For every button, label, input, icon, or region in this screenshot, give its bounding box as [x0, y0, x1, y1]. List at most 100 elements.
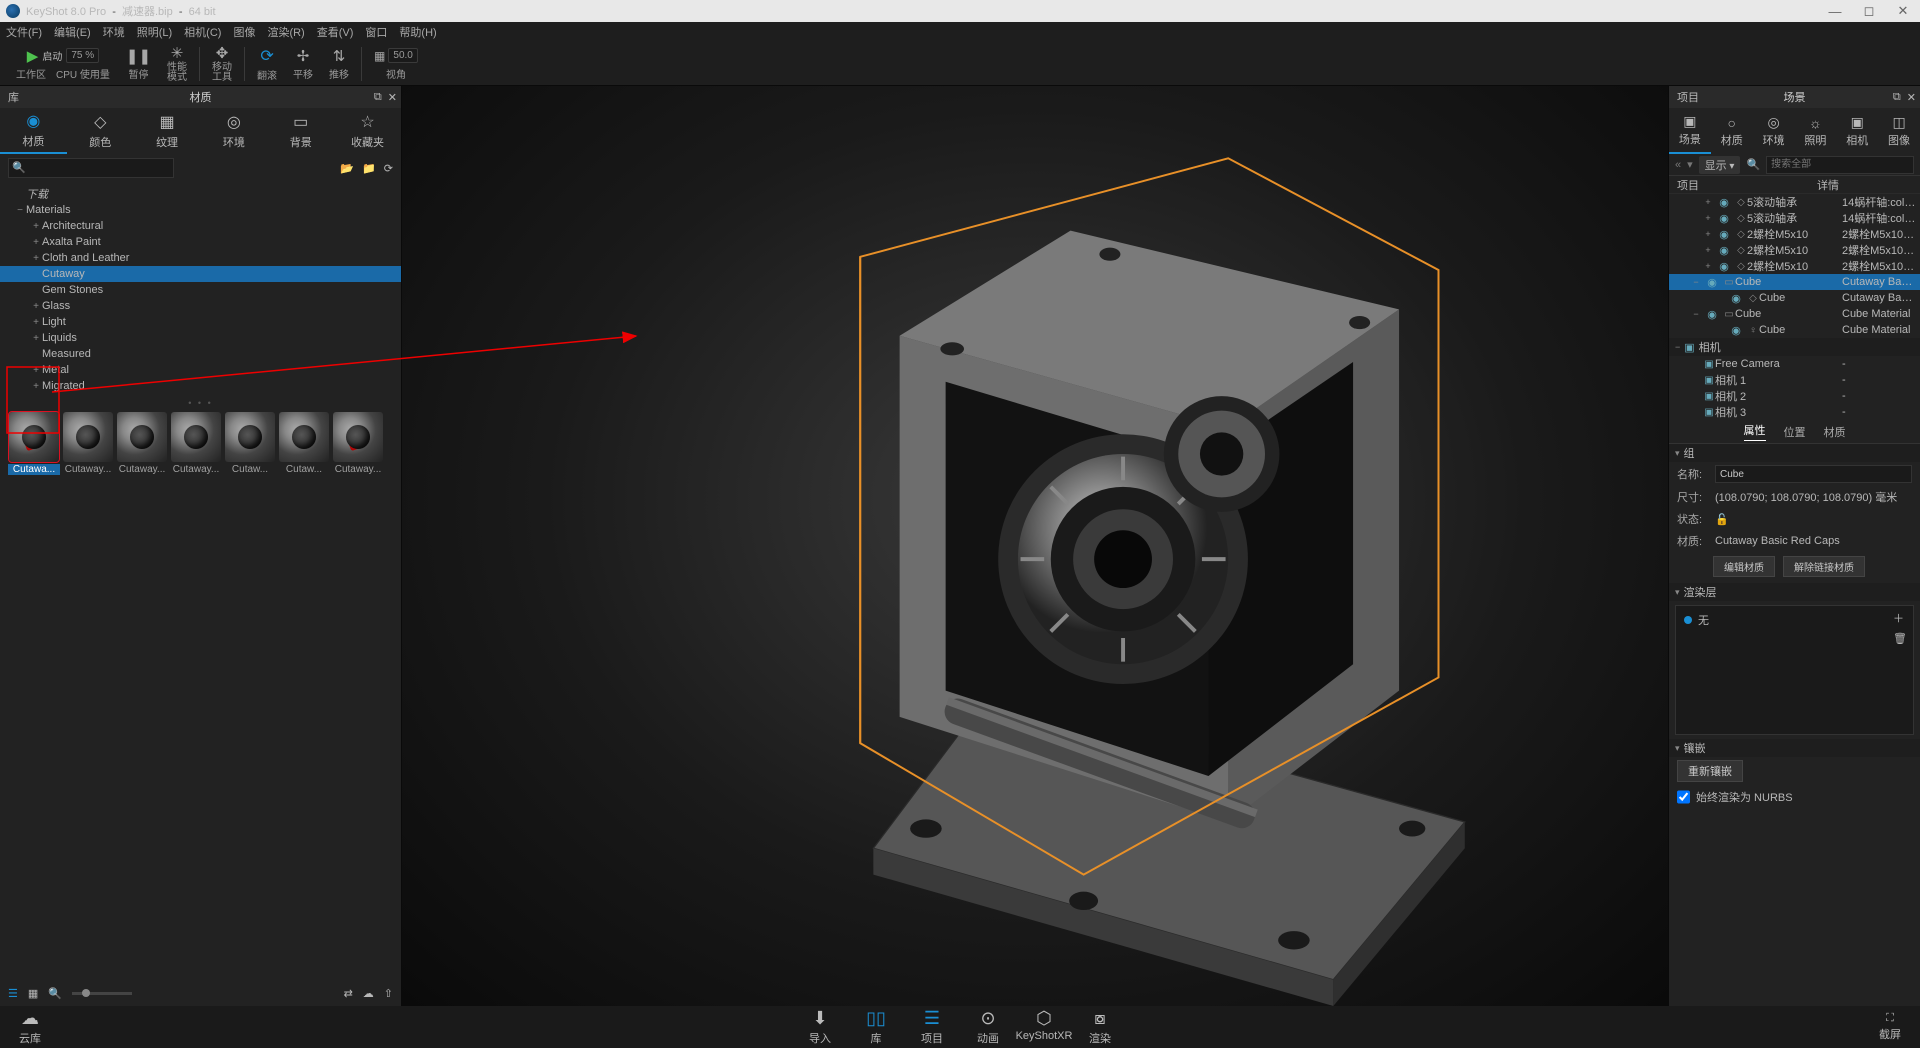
fov-button[interactable]: ▦50.0 视角	[366, 44, 426, 84]
tree-row-axalta-paint[interactable]: +Axalta Paint	[0, 234, 401, 250]
camera-row-2[interactable]: ▣相机 2-	[1669, 388, 1920, 404]
menu-window[interactable]: 窗口	[365, 24, 387, 40]
retessellate-button[interactable]: 重新镶嵌	[1677, 760, 1743, 782]
start-button[interactable]: ▶ 启动 75 % 工作区 CPU 使用量	[8, 44, 118, 84]
material-thumb-2[interactable]: Cutaway...	[116, 412, 168, 475]
render-button[interactable]: ⧇渲染	[1072, 1008, 1128, 1046]
animation-button[interactable]: ⊙动画	[960, 1008, 1016, 1046]
render-viewport[interactable]	[402, 86, 1668, 1006]
tree-row-light[interactable]: +Light	[0, 314, 401, 330]
close-button[interactable]: ✕	[1886, 0, 1920, 22]
visibility-icon[interactable]: ◉	[1701, 308, 1723, 321]
lock-icon[interactable]: 🔓	[1715, 513, 1729, 526]
popout-icon[interactable]: ⧉	[374, 91, 382, 104]
scene-tab-0[interactable]: ▣场景	[1669, 108, 1711, 154]
tab-position[interactable]: 位置	[1784, 424, 1806, 440]
visibility-icon[interactable]: ◉	[1713, 196, 1735, 209]
material-thumb-1[interactable]: Cutaway...	[62, 412, 114, 475]
scene-tab-3[interactable]: ☼照明	[1794, 108, 1836, 154]
library-tab-0[interactable]: ◉材质	[0, 108, 67, 154]
visibility-icon[interactable]: ◉	[1713, 260, 1735, 273]
performance-button[interactable]: ✳性能 模式	[159, 44, 195, 84]
compare-icon[interactable]: ⇄	[344, 987, 353, 1000]
camera-row-3[interactable]: ▣相机 3-	[1669, 404, 1920, 420]
scene-tab-1[interactable]: ○材质	[1711, 108, 1753, 154]
nurbs-checkbox[interactable]	[1677, 788, 1690, 806]
unlink-material-button[interactable]: 解除链接材质	[1783, 556, 1865, 577]
menu-environment[interactable]: 环境	[103, 24, 125, 40]
popout-icon[interactable]: ⧉	[1893, 91, 1901, 104]
screenshot-button[interactable]: ⛶截屏	[1860, 1012, 1920, 1042]
library-button[interactable]: ▯▯库	[848, 1008, 904, 1046]
minimize-button[interactable]: —	[1818, 0, 1852, 22]
collapse-icon[interactable]: «	[1675, 159, 1681, 171]
add-layer-icon[interactable]: ＋	[1893, 610, 1907, 626]
scene-row-8[interactable]: ◉♀CubeCube Material	[1669, 322, 1920, 338]
tumble-button[interactable]: ⟳翻滚	[249, 44, 285, 84]
tree-row-liquids[interactable]: +Liquids	[0, 330, 401, 346]
tree-row-architectural[interactable]: +Architectural	[0, 218, 401, 234]
material-thumb-6[interactable]: Cutaway...	[332, 412, 384, 475]
visibility-icon[interactable]: ◉	[1713, 212, 1735, 225]
render-layer-head[interactable]: ▾渲染层	[1669, 583, 1920, 601]
tree-row-cloth-and-leather[interactable]: +Cloth and Leather	[0, 250, 401, 266]
library-tab-4[interactable]: ▭背景	[267, 108, 334, 154]
scene-tab-4[interactable]: ▣相机	[1836, 108, 1878, 154]
folder-open-icon[interactable]: 📂	[340, 162, 354, 175]
library-tab-5[interactable]: ☆收藏夹	[334, 108, 401, 154]
import-button[interactable]: ⬇导入	[792, 1008, 848, 1046]
camera-row-0[interactable]: ▣Free Camera-	[1669, 356, 1920, 372]
scene-row-7[interactable]: −◉▭CubeCube Material	[1669, 306, 1920, 322]
scene-row-4[interactable]: +◉◇2螺栓M5x102螺栓M5x10:c...	[1669, 258, 1920, 274]
pan-button[interactable]: ✢平移	[285, 44, 321, 84]
folder-add-icon[interactable]: 📁	[362, 162, 376, 175]
maximize-button[interactable]: ◻	[1852, 0, 1886, 22]
filter-icon[interactable]: ▾	[1687, 158, 1693, 171]
tree-row-gem-stones[interactable]: Gem Stones	[0, 282, 401, 298]
scene-row-5[interactable]: −◉▭CubeCutaway Basic...	[1669, 274, 1920, 290]
fov-value[interactable]: 50.0	[388, 48, 417, 63]
camera-section-head[interactable]: −▣相机	[1669, 338, 1920, 356]
visibility-icon[interactable]: ◉	[1725, 292, 1747, 305]
refresh-folders-icon[interactable]: ⟳	[384, 162, 393, 175]
library-search-input[interactable]	[8, 158, 174, 178]
tree-row-glass[interactable]: +Glass	[0, 298, 401, 314]
tab-properties[interactable]: 属性	[1744, 422, 1766, 441]
upload-icon[interactable]: ⇧	[384, 987, 393, 1000]
edit-material-button[interactable]: 编辑材质	[1713, 556, 1775, 577]
delete-layer-icon[interactable]: 🗑	[1893, 632, 1907, 645]
scene-tab-5[interactable]: ◫图像	[1878, 108, 1920, 154]
menu-view[interactable]: 查看(V)	[317, 24, 354, 40]
tree-row-measured[interactable]: Measured	[0, 346, 401, 362]
scene-row-0[interactable]: +◉◇5滚动轴承14蜗杆轴:color...	[1669, 194, 1920, 210]
tree-row-metal[interactable]: +Metal	[0, 362, 401, 378]
view-grid-icon[interactable]: ▦	[28, 987, 38, 1000]
material-thumb-3[interactable]: Cutaway...	[170, 412, 222, 475]
visibility-icon[interactable]: ◉	[1701, 276, 1723, 289]
close-icon[interactable]: ✕	[1907, 91, 1916, 104]
tree-row-materials[interactable]: −Materials	[0, 202, 401, 218]
tab-material[interactable]: 材质	[1824, 424, 1846, 440]
menu-edit[interactable]: 编辑(E)	[54, 24, 91, 40]
zoom-slider-icon[interactable]: 🔍	[48, 987, 62, 1000]
dolly-button[interactable]: ⇅推移	[321, 44, 357, 84]
keyshotxr-button[interactable]: ⬡KeyShotXR	[1016, 1008, 1072, 1046]
visibility-icon[interactable]: ◉	[1713, 228, 1735, 241]
cloud-sync-icon[interactable]: ☁	[363, 987, 374, 1000]
scene-row-2[interactable]: +◉◇2螺栓M5x102螺栓M5x10:c...	[1669, 226, 1920, 242]
menu-lighting[interactable]: 照明(L)	[137, 24, 172, 40]
tree-row-cutaway[interactable]: Cutaway	[0, 266, 401, 282]
scene-search-input[interactable]	[1766, 156, 1914, 174]
tessellation-head[interactable]: ▾镶嵌	[1669, 739, 1920, 757]
scene-row-1[interactable]: +◉◇5滚动轴承14蜗杆轴:color...	[1669, 210, 1920, 226]
menu-file[interactable]: 文件(F)	[6, 24, 42, 40]
camera-row-1[interactable]: ▣相机 1-	[1669, 372, 1920, 388]
group-section-head[interactable]: ▾组	[1669, 444, 1920, 462]
splitter-handle[interactable]: • • •	[0, 398, 401, 408]
thumb-size-slider[interactable]	[72, 992, 132, 995]
visibility-icon[interactable]: ◉	[1725, 324, 1747, 337]
pause-button[interactable]: ❚❚暂停	[118, 44, 159, 84]
scene-tab-2[interactable]: ◎环境	[1753, 108, 1795, 154]
scene-row-6[interactable]: ◉◇CubeCutaway Basic...	[1669, 290, 1920, 306]
visibility-icon[interactable]: ◉	[1713, 244, 1735, 257]
